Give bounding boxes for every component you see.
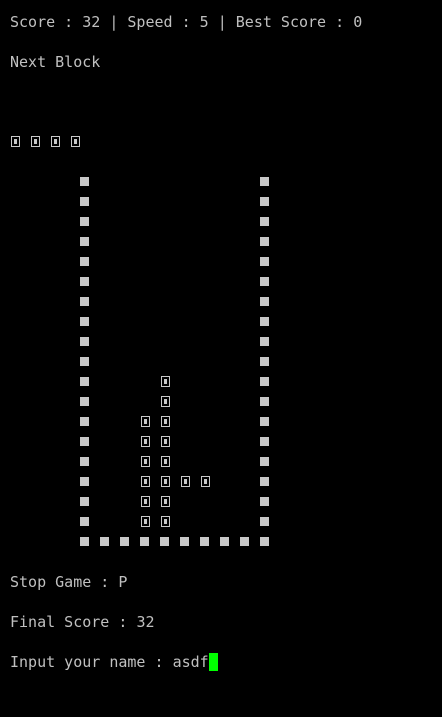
right-wall-block — [260, 537, 269, 546]
right-wall-block — [260, 457, 269, 466]
left-wall-block — [80, 217, 89, 226]
right-wall-block — [260, 377, 269, 386]
settled-block — [141, 496, 150, 507]
floor-block — [140, 537, 149, 546]
right-wall-block — [260, 337, 269, 346]
left-wall-block — [80, 317, 89, 326]
right-wall-block — [260, 357, 269, 366]
floor-block — [100, 537, 109, 546]
settled-block — [161, 516, 170, 527]
left-wall-block — [80, 297, 89, 306]
left-wall-block — [80, 437, 89, 446]
status-line: Score : 32 | Speed : 5 | Best Score : 0 — [10, 13, 363, 31]
floor-block — [200, 537, 209, 546]
left-wall-block — [80, 237, 89, 246]
left-wall-block — [80, 377, 89, 386]
stop-game-key: P — [118, 573, 128, 591]
next-block-cell — [31, 136, 40, 147]
settled-block — [161, 396, 170, 407]
right-wall-block — [260, 217, 269, 226]
next-block-cell — [51, 136, 60, 147]
final-score-value: 32 — [136, 613, 155, 631]
left-wall-block — [80, 517, 89, 526]
floor-block — [160, 537, 169, 546]
final-score-line: Final Score : 32 — [10, 613, 155, 631]
score-value: 32 — [82, 13, 101, 31]
right-wall-block — [260, 397, 269, 406]
speed-label: Speed — [127, 13, 173, 31]
right-wall-block — [260, 497, 269, 506]
right-wall-block — [260, 417, 269, 426]
settled-block — [161, 476, 170, 487]
left-wall-block — [80, 457, 89, 466]
left-wall-block — [80, 537, 89, 546]
settled-block — [141, 456, 150, 467]
right-wall-block — [260, 317, 269, 326]
left-wall-block — [80, 277, 89, 286]
name-input-value[interactable]: asdf — [173, 653, 209, 671]
left-wall-block — [80, 177, 89, 186]
right-wall-block — [260, 477, 269, 486]
name-input-line[interactable]: Input your name : asdf — [10, 652, 218, 672]
next-block-label: Next Block — [10, 53, 101, 71]
settled-block — [161, 436, 170, 447]
left-wall-block — [80, 397, 89, 406]
floor-block — [220, 537, 229, 546]
stop-game-line: Stop Game : P — [10, 573, 128, 591]
left-wall-block — [80, 477, 89, 486]
settled-block — [181, 476, 190, 487]
stop-game-label: Stop Game — [10, 573, 92, 591]
settled-block — [161, 456, 170, 467]
right-wall-block — [260, 277, 269, 286]
settled-block — [141, 516, 150, 527]
left-wall-block — [80, 497, 89, 506]
right-wall-block — [260, 237, 269, 246]
left-wall-block — [80, 257, 89, 266]
floor-block — [240, 537, 249, 546]
left-wall-block — [80, 337, 89, 346]
right-wall-block — [260, 177, 269, 186]
floor-block — [120, 537, 129, 546]
next-block-cell — [71, 136, 80, 147]
name-input-prompt: Input your name — [10, 653, 146, 671]
score-label: Score — [10, 13, 56, 31]
right-wall-block — [260, 517, 269, 526]
settled-block — [161, 376, 170, 387]
settled-block — [201, 476, 210, 487]
next-block-cell — [11, 136, 20, 147]
floor-block — [180, 537, 189, 546]
right-wall-block — [260, 257, 269, 266]
left-wall-block — [80, 197, 89, 206]
settled-block — [141, 416, 150, 427]
settled-block — [161, 416, 170, 427]
speed-value: 5 — [199, 13, 209, 31]
right-wall-block — [260, 437, 269, 446]
best-score-label: Best Score — [235, 13, 327, 31]
settled-block — [141, 476, 150, 487]
left-wall-block — [80, 417, 89, 426]
right-wall-block — [260, 297, 269, 306]
left-wall-block — [80, 357, 89, 366]
settled-block — [141, 436, 150, 447]
right-wall-block — [260, 197, 269, 206]
settled-block — [161, 496, 170, 507]
final-score-label: Final Score — [10, 613, 110, 631]
text-cursor — [208, 653, 218, 671]
best-score-value: 0 — [353, 13, 363, 31]
